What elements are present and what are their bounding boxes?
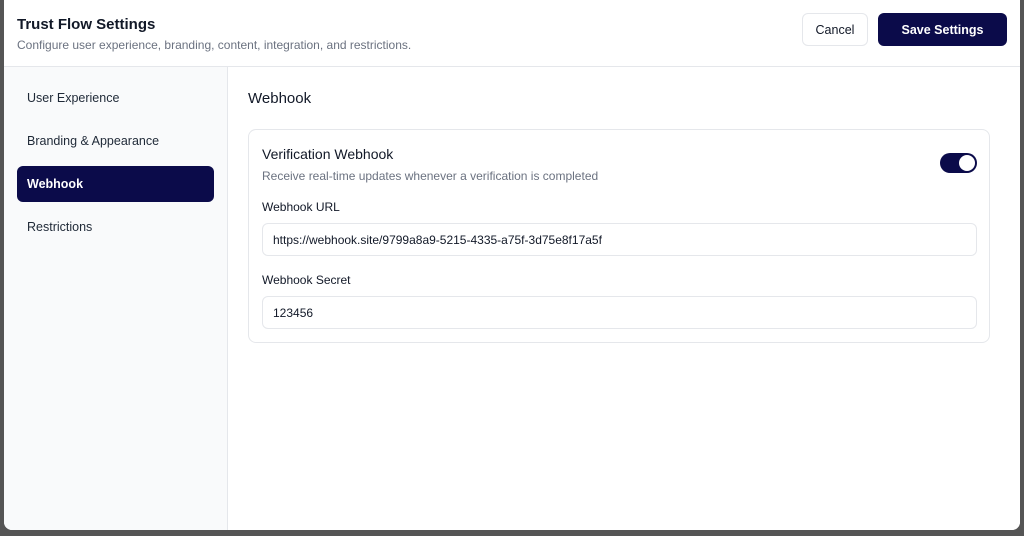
webhook-secret-label: Webhook Secret: [262, 273, 351, 287]
settings-content: Webhook Verification Webhook Receive rea…: [228, 67, 1020, 530]
sidebar-item-restrictions[interactable]: Restrictions: [17, 209, 214, 245]
webhook-card: Verification Webhook Receive real-time u…: [248, 129, 990, 343]
webhook-enabled-toggle[interactable]: [940, 153, 977, 173]
webhook-card-description: Receive real-time updates whenever a ver…: [262, 169, 599, 183]
webhook-card-title: Verification Webhook: [262, 146, 394, 162]
webhook-url-label: Webhook URL: [262, 200, 340, 214]
settings-sidebar: User Experience Branding & Appearance We…: [4, 67, 228, 530]
webhook-secret-input[interactable]: 123456: [262, 296, 977, 329]
sidebar-item-branding-appearance[interactable]: Branding & Appearance: [17, 123, 214, 159]
section-title: Webhook: [248, 90, 312, 107]
modal-title: Trust Flow Settings: [17, 16, 156, 33]
save-settings-button[interactable]: Save Settings: [878, 13, 1007, 46]
settings-modal: Trust Flow Settings Configure user exper…: [4, 0, 1020, 530]
sidebar-item-user-experience[interactable]: User Experience: [17, 80, 214, 116]
modal-header: Trust Flow Settings Configure user exper…: [4, 0, 1020, 67]
sidebar-item-webhook[interactable]: Webhook: [17, 166, 214, 202]
webhook-url-input[interactable]: https://webhook.site/9799a8a9-5215-4335-…: [262, 223, 977, 256]
cancel-button[interactable]: Cancel: [802, 13, 868, 46]
toggle-knob: [959, 155, 975, 171]
modal-subtitle: Configure user experience, branding, con…: [17, 38, 412, 52]
